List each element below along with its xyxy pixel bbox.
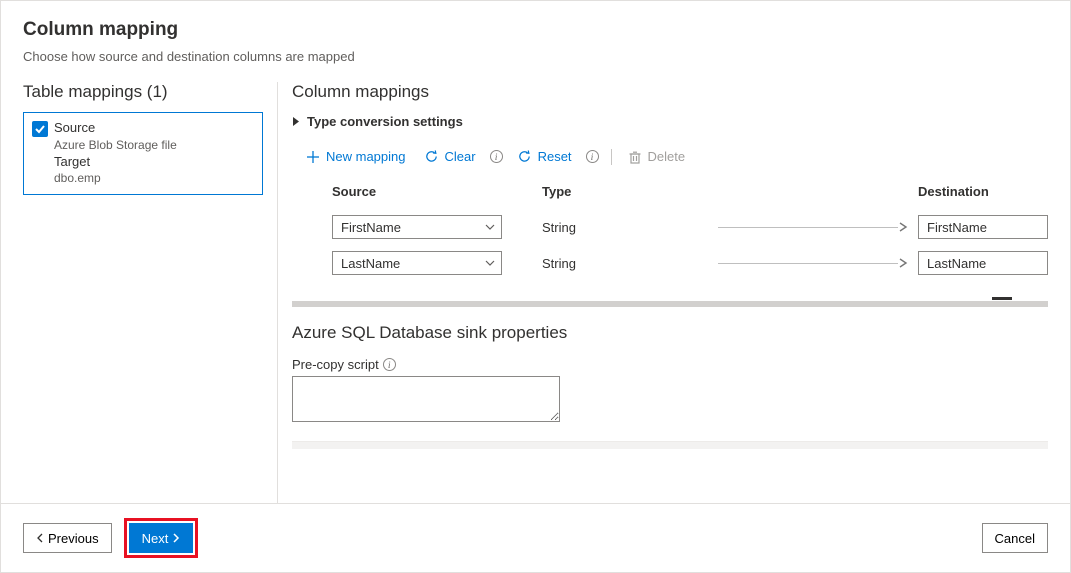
clear-button[interactable]: Clear (420, 147, 480, 166)
refresh-icon (424, 149, 439, 164)
wizard-footer: Previous Next Cancel (1, 503, 1070, 572)
clear-label: Clear (445, 149, 476, 164)
previous-button[interactable]: Previous (23, 523, 112, 553)
destination-column-value: LastName (927, 256, 986, 271)
chevron-right-icon (292, 116, 301, 127)
mapping-target-label: Target (54, 153, 177, 171)
info-icon[interactable]: i (586, 150, 599, 163)
reset-button[interactable]: Reset (513, 147, 576, 166)
reset-label: Reset (538, 149, 572, 164)
delete-button: Delete (624, 147, 690, 166)
page-title: Column mapping (23, 19, 1048, 41)
mapping-toolbar: New mapping Clear i Reset i (292, 147, 1048, 166)
column-mappings-heading: Column mappings (292, 82, 1048, 102)
mapping-arrow (718, 257, 918, 269)
col-source-header: Source (332, 184, 542, 199)
type-conversion-toggle[interactable]: Type conversion settings (292, 114, 1048, 129)
sink-properties-heading: Azure SQL Database sink properties (292, 323, 1048, 343)
mapping-table-header: Source Type Destination (292, 178, 1048, 209)
mapping-type-value: String (542, 220, 718, 235)
cancel-label: Cancel (995, 531, 1035, 546)
column-mapping-page: Column mapping Choose how source and des… (0, 0, 1071, 573)
arrow-right-icon (898, 257, 908, 269)
source-column-select[interactable]: FirstName (332, 215, 502, 239)
mapping-row: LastName String LastName (292, 245, 1048, 281)
horizontal-scrollbar[interactable] (292, 441, 1048, 449)
mapping-card-body: Source Azure Blob Storage file Target db… (54, 119, 177, 186)
page-subtitle: Choose how source and destination column… (23, 49, 1048, 64)
destination-column-value: FirstName (927, 220, 987, 235)
chevron-down-icon (485, 260, 495, 266)
table-mapping-card[interactable]: Source Azure Blob Storage file Target db… (23, 112, 263, 195)
table-mappings-panel: Table mappings (1) Source Azure Blob Sto… (23, 82, 263, 503)
splitter-handle-icon (992, 297, 1012, 300)
source-column-value: FirstName (341, 220, 401, 235)
new-mapping-button[interactable]: New mapping (302, 147, 410, 166)
mapping-target-value: dbo.emp (54, 170, 177, 186)
destination-column-field[interactable]: FirstName (918, 215, 1048, 239)
mapping-checkbox[interactable] (32, 121, 48, 137)
precopy-script-input[interactable] (292, 376, 560, 422)
new-mapping-label: New mapping (326, 149, 406, 164)
table-mappings-heading: Table mappings (1) (23, 82, 263, 102)
next-button-highlight: Next (124, 518, 199, 558)
chevron-left-icon (36, 533, 44, 543)
toolbar-separator (611, 149, 612, 165)
column-mappings-panel: Column mappings Type conversion settings… (277, 82, 1048, 503)
previous-label: Previous (48, 531, 99, 546)
source-column-select[interactable]: LastName (332, 251, 502, 275)
arrow-right-icon (898, 221, 908, 233)
next-button[interactable]: Next (129, 523, 194, 553)
cancel-button[interactable]: Cancel (982, 523, 1048, 553)
col-type-header: Type (542, 184, 718, 199)
two-column-layout: Table mappings (1) Source Azure Blob Sto… (23, 82, 1048, 503)
next-label: Next (142, 531, 169, 546)
mapping-source-label: Source (54, 119, 177, 137)
check-icon (34, 123, 46, 135)
info-icon[interactable]: i (383, 358, 396, 371)
destination-column-field[interactable]: LastName (918, 251, 1048, 275)
col-destination-header: Destination (918, 184, 1048, 199)
plus-icon (306, 150, 320, 164)
panel-splitter[interactable] (292, 301, 1048, 307)
precopy-label: Pre-copy script (292, 357, 379, 372)
content-area: Column mapping Choose how source and des… (1, 1, 1070, 503)
info-icon[interactable]: i (490, 150, 503, 163)
mapping-row: FirstName String FirstName (292, 209, 1048, 245)
reset-icon (517, 149, 532, 164)
type-conversion-label: Type conversion settings (307, 114, 463, 129)
precopy-label-row: Pre-copy script i (292, 357, 1048, 372)
chevron-right-icon (172, 533, 180, 543)
source-column-value: LastName (341, 256, 400, 271)
mapping-arrow (718, 221, 918, 233)
delete-label: Delete (648, 149, 686, 164)
chevron-down-icon (485, 224, 495, 230)
mapping-source-value: Azure Blob Storage file (54, 137, 177, 153)
trash-icon (628, 150, 642, 164)
mapping-type-value: String (542, 256, 718, 271)
